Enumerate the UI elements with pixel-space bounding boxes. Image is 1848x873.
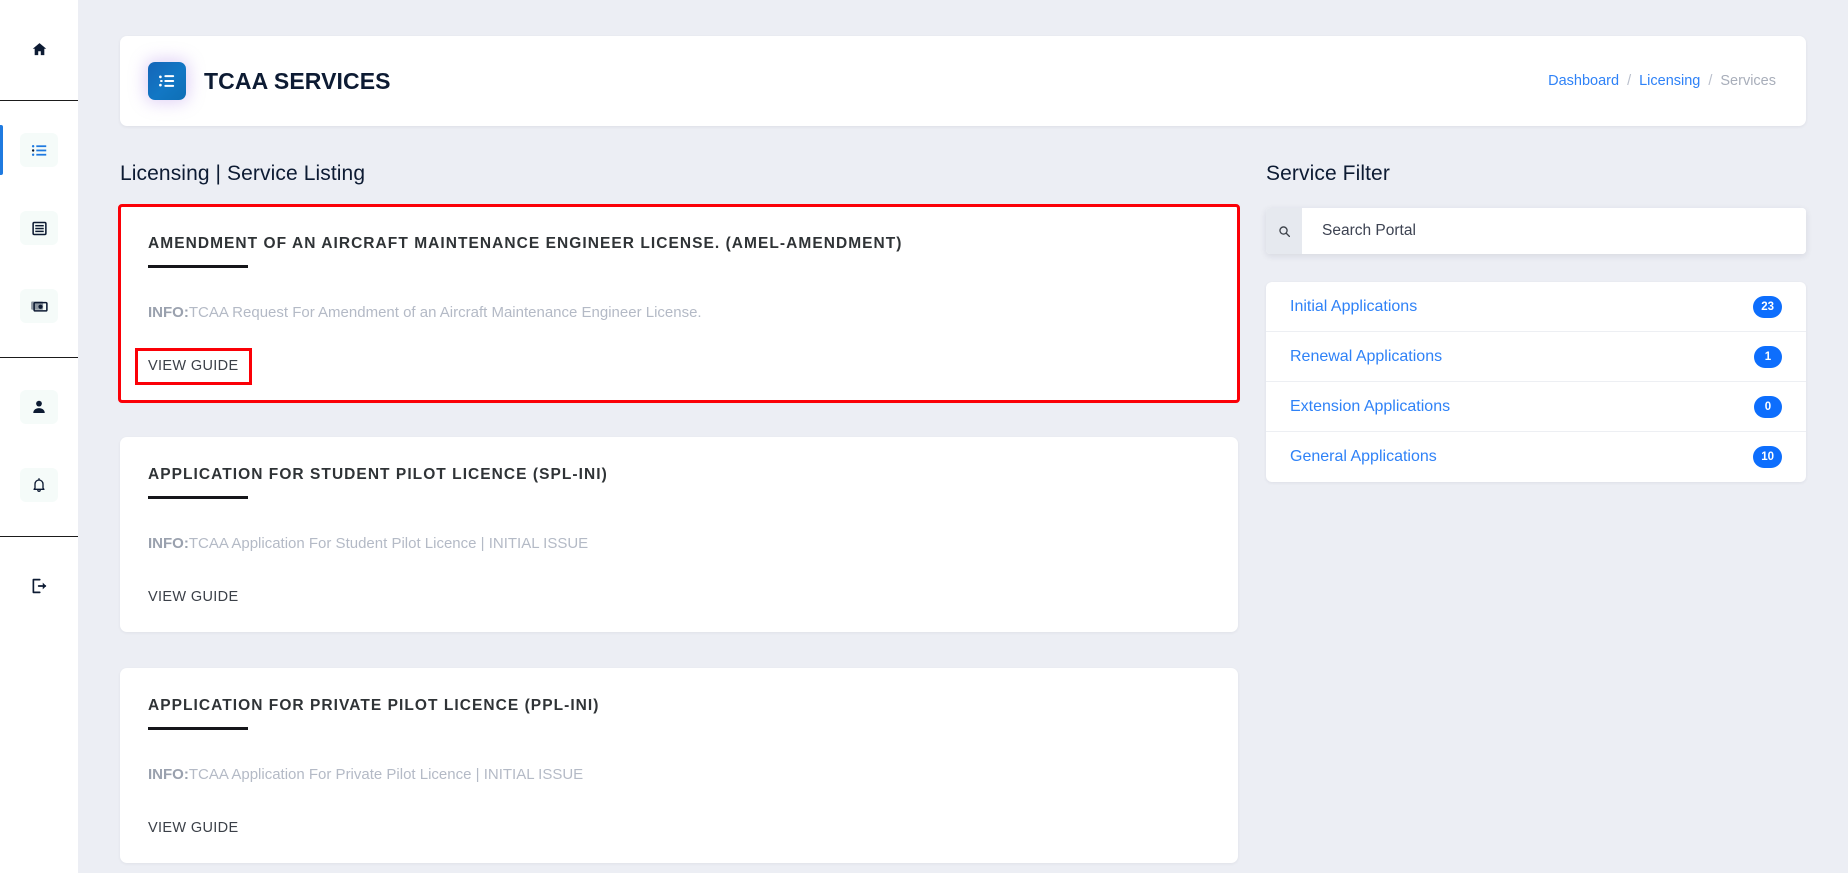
filter-label: Initial Applications: [1290, 297, 1418, 315]
sidebar-group-session: [0, 537, 78, 637]
service-listing-column: Licensing | Service Listing AMENDMENT OF…: [118, 162, 1240, 873]
service-actions: VIEW GUIDE: [148, 819, 1210, 837]
sidebar-item-services[interactable]: [0, 111, 78, 189]
sidebar-item-logout[interactable]: [0, 547, 78, 625]
content-grid: Licensing | Service Listing AMENDMENT OF…: [78, 162, 1848, 873]
filter-row-initial-applications[interactable]: Initial Applications 23: [1266, 282, 1806, 332]
view-guide-button[interactable]: VIEW GUIDE: [148, 589, 239, 605]
service-filter-panel: Service Filter Initial Applications 23: [1266, 162, 1806, 482]
service-name: APPLICATION FOR STUDENT PILOT LICENCE (S…: [148, 466, 608, 484]
logout-icon: [20, 569, 58, 603]
title-underline: [148, 496, 248, 500]
list-icon: [20, 133, 58, 167]
app-root: TCAA SERVICES Dashboard / Licensing / Se…: [0, 0, 1848, 873]
filter-row-renewal-applications[interactable]: Renewal Applications 1: [1266, 332, 1806, 382]
sidebar-item-documents[interactable]: [0, 189, 78, 267]
info-prefix: INFO:: [148, 766, 189, 784]
search-icon: [1266, 208, 1302, 254]
sidebar-item-notifications[interactable]: [0, 446, 78, 524]
filter-label: Extension Applications: [1290, 397, 1451, 415]
filter-count-badge: 23: [1753, 295, 1782, 318]
filter-row-general-applications[interactable]: General Applications 10: [1266, 432, 1806, 482]
filter-label: Renewal Applications: [1290, 347, 1443, 365]
service-card[interactable]: APPLICATION FOR STUDENT PILOT LICENCE (S…: [120, 437, 1238, 633]
filter-row-extension-applications[interactable]: Extension Applications 0: [1266, 382, 1806, 432]
document-icon: [20, 211, 58, 245]
section-title: Licensing | Service Listing: [120, 162, 366, 185]
title-underline: [148, 727, 248, 731]
filter-count-badge: 1: [1754, 345, 1782, 368]
breadcrumb-dashboard[interactable]: Dashboard: [1548, 73, 1619, 89]
sidebar-item-home[interactable]: [0, 10, 78, 88]
service-actions: VIEW GUIDE: [148, 588, 1210, 606]
page-header: TCAA SERVICES Dashboard / Licensing / Se…: [120, 36, 1806, 126]
breadcrumb: Dashboard / Licensing / Services: [1548, 73, 1776, 89]
filter-label: General Applications: [1290, 448, 1437, 465]
search-input[interactable]: [1302, 208, 1806, 254]
list-logo-icon: [148, 62, 186, 100]
breadcrumb-separator: /: [1708, 73, 1713, 89]
breadcrumb-licensing[interactable]: Licensing: [1639, 73, 1700, 89]
service-info: INFO:TCAA Application For Student Pilot …: [148, 533, 1210, 554]
breadcrumb-services: Services: [1720, 73, 1776, 89]
sidebar-item-profile[interactable]: [0, 368, 78, 446]
info-prefix: INFO:: [148, 304, 189, 322]
service-card[interactable]: AMENDMENT OF AN AIRCRAFT MAINTENANCE ENG…: [118, 203, 1240, 404]
info-text: TCAA Application For Private Pilot Licen…: [188, 766, 584, 784]
sidebar-group-account: [0, 358, 78, 537]
sidebar-rail: [0, 0, 78, 873]
sidebar-item-payments[interactable]: [0, 267, 78, 345]
service-name: APPLICATION FOR PRIVATE PILOT LICENCE (P…: [148, 697, 600, 715]
sidebar-group-workspace: [0, 101, 78, 358]
home-icon: [20, 32, 58, 66]
service-card[interactable]: APPLICATION FOR PRIVATE PILOT LICENCE (P…: [120, 668, 1238, 864]
service-actions: VIEW GUIDE: [135, 348, 1210, 386]
search-bar: [1266, 208, 1806, 254]
main-area: TCAA SERVICES Dashboard / Licensing / Se…: [78, 0, 1848, 873]
breadcrumb-separator: /: [1627, 73, 1632, 89]
info-text: TCAA Request For Amendment of an Aircraf…: [188, 304, 702, 322]
view-guide-button[interactable]: VIEW GUIDE: [148, 820, 239, 836]
user-icon: [20, 390, 58, 424]
sidebar-group-primary: [0, 0, 78, 101]
page-title: TCAA SERVICES: [204, 67, 391, 94]
filter-count-badge: 10: [1753, 446, 1782, 468]
info-text: TCAA Application For Student Pilot Licen…: [188, 535, 589, 553]
brand: TCAA SERVICES: [148, 62, 391, 100]
service-info: INFO:TCAA Application For Private Pilot …: [148, 764, 1210, 785]
service-info: INFO:TCAA Request For Amendment of an Ai…: [148, 302, 1210, 323]
filter-count-badge: 0: [1754, 395, 1782, 418]
service-name: AMENDMENT OF AN AIRCRAFT MAINTENANCE ENG…: [148, 235, 903, 252]
filter-list: Initial Applications 23 Renewal Applicat…: [1266, 282, 1806, 482]
view-guide-button[interactable]: VIEW GUIDE: [135, 348, 252, 386]
payments-icon: [20, 289, 58, 323]
filter-title: Service Filter: [1266, 162, 1390, 185]
title-underline: [148, 265, 248, 269]
bell-icon: [20, 468, 58, 502]
info-prefix: INFO:: [148, 535, 189, 553]
